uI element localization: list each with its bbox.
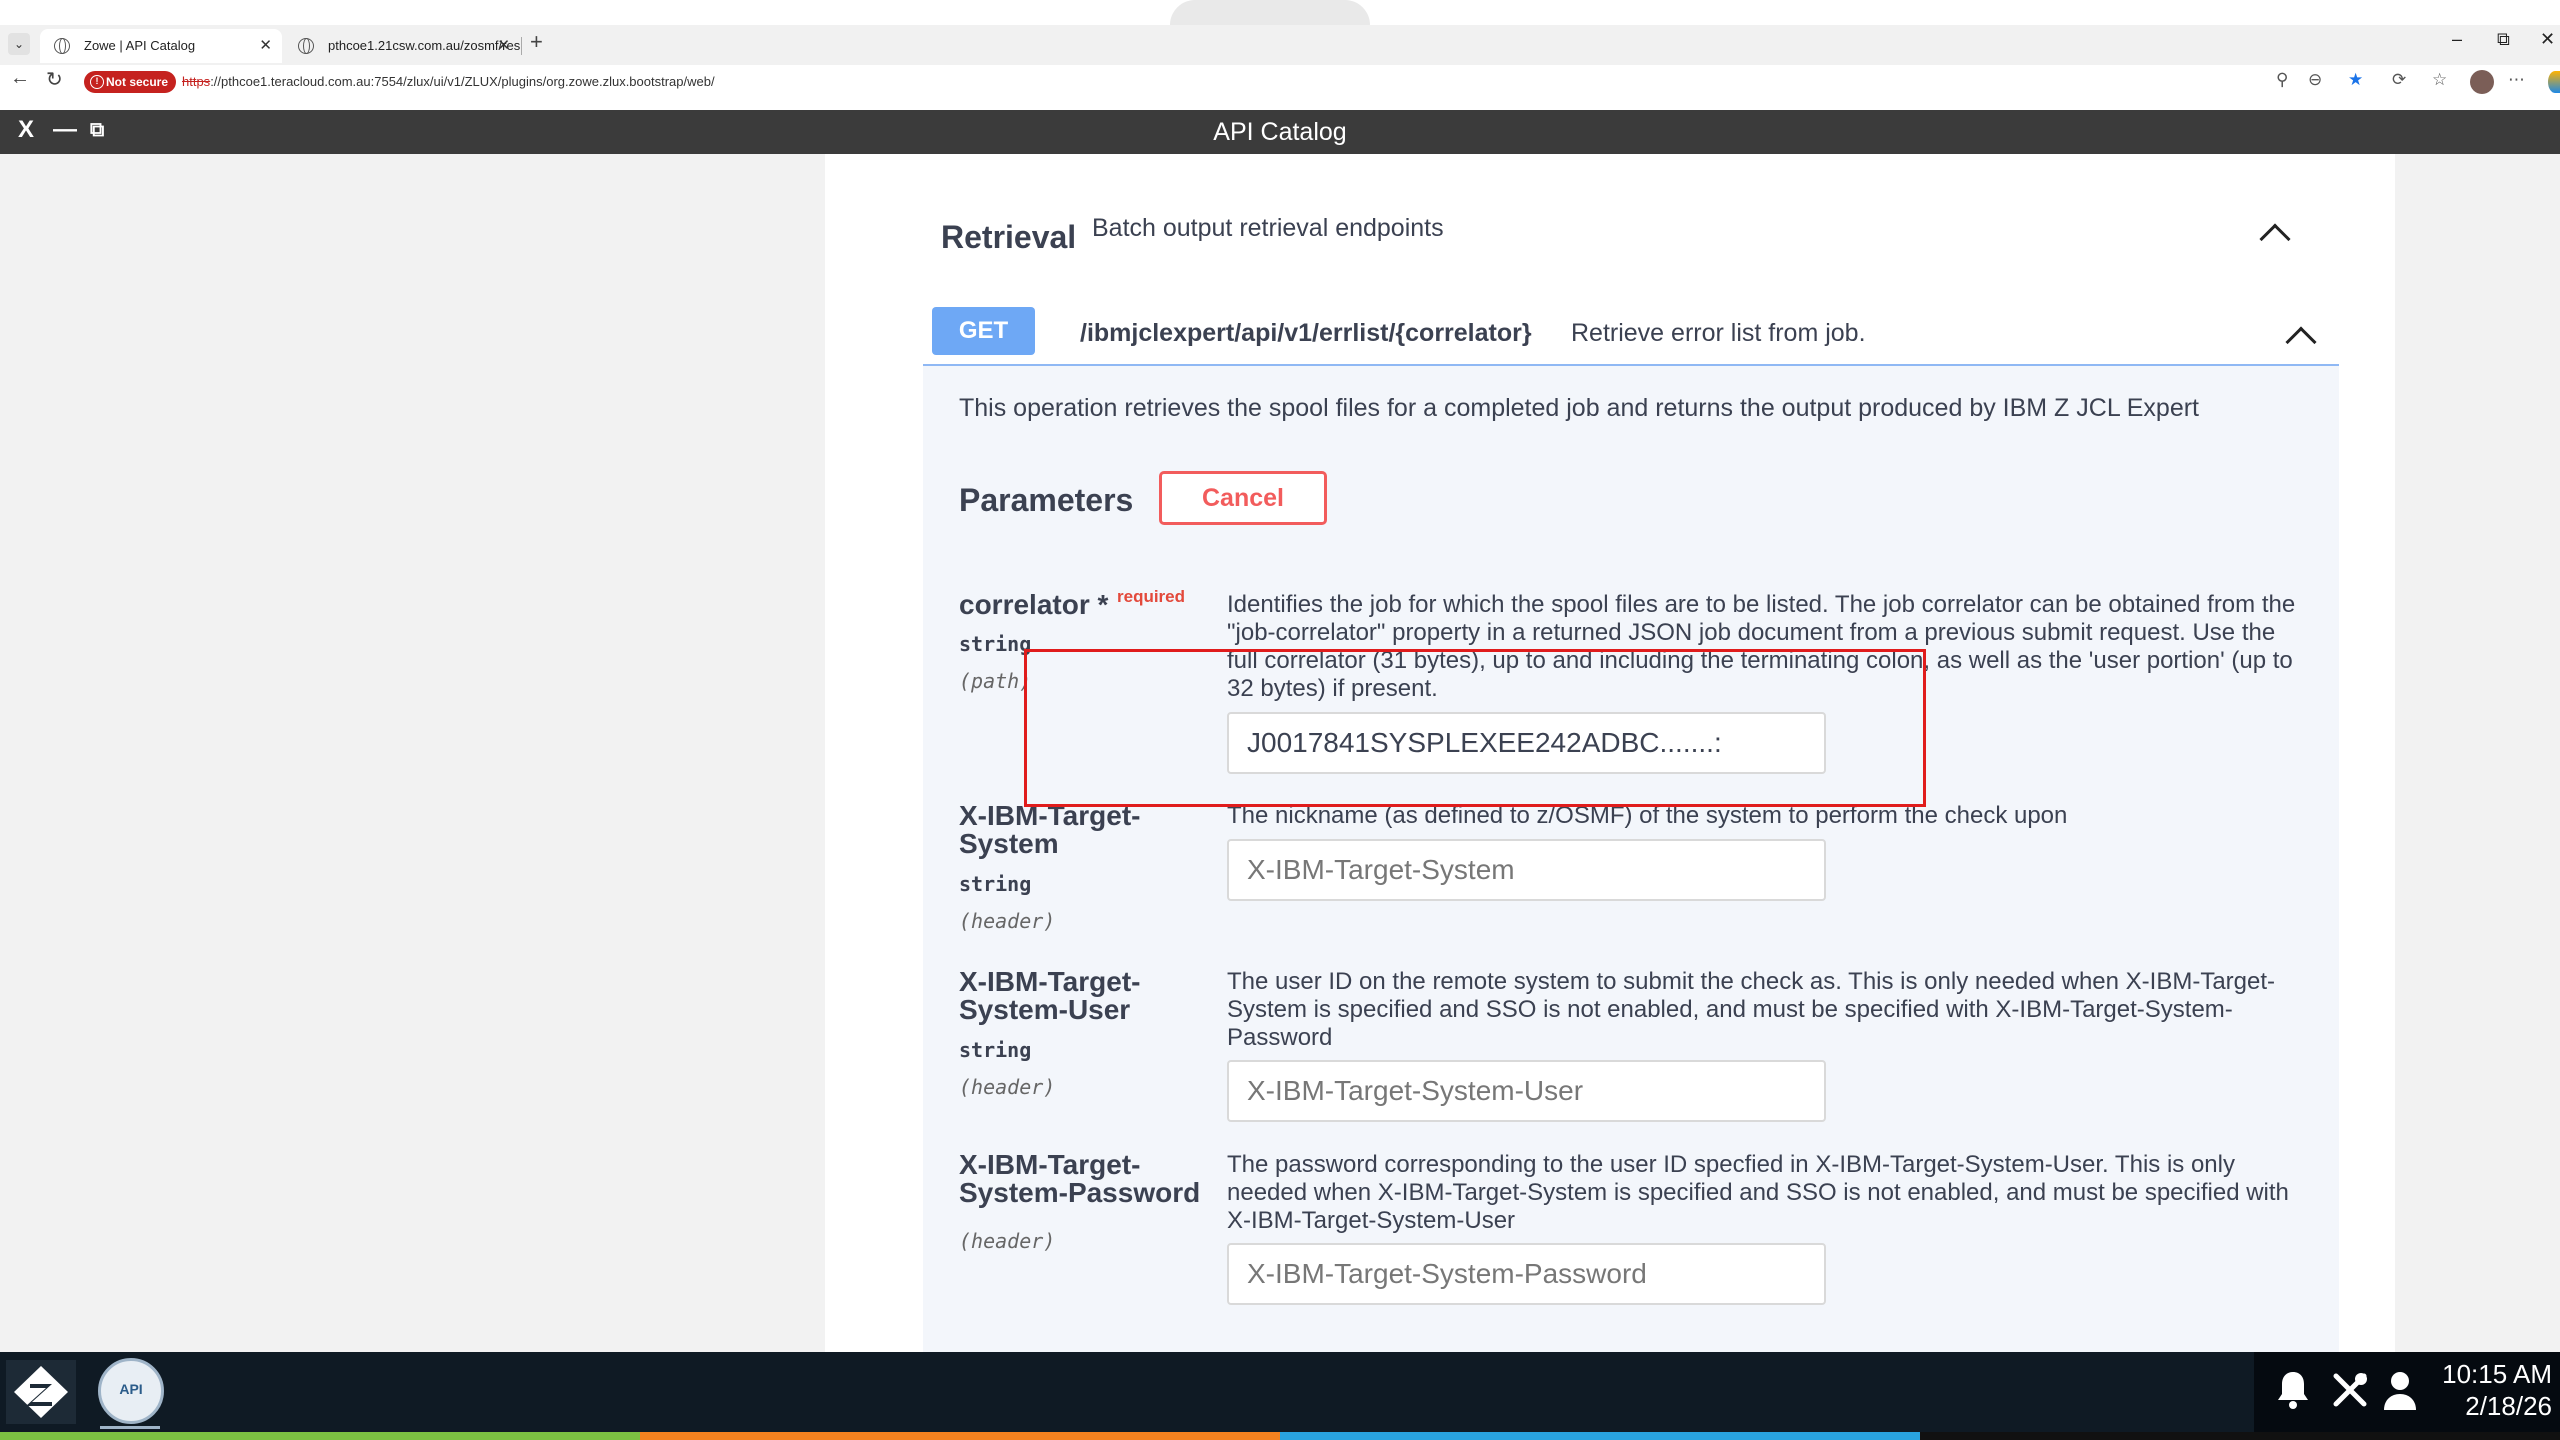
globe-icon: [54, 38, 70, 54]
param-description: The user ID on the remote system to subm…: [1227, 968, 2276, 1051]
back-arrow-icon[interactable]: ←: [10, 67, 30, 90]
url-field[interactable]: https://pthcoe1.teracloud.com.au:7554/zl…: [182, 71, 715, 93]
param-type: string: [959, 1038, 1032, 1062]
favorites-icon[interactable]: ☆: [2432, 70, 2447, 90]
param-name-correlator: correlator *: [959, 589, 1109, 620]
left-panel: [0, 154, 825, 1352]
color-strip-green: [0, 1432, 640, 1440]
close-window-icon[interactable]: ✕: [2540, 29, 2555, 50]
url-text: ://pthcoe1.teracloud.com.au:7554/zlux/ui…: [210, 74, 715, 89]
bell-icon[interactable]: [2276, 1370, 2310, 1420]
user-icon[interactable]: [2382, 1370, 2418, 1420]
target-system-password-input[interactable]: [1227, 1243, 1826, 1305]
zowe-logo-icon: [14, 1366, 68, 1418]
address-bar: ← ↻ Not secure https://pthcoe1.teracloud…: [0, 65, 2560, 99]
app-window-header: X — ⧉ API Catalog: [0, 110, 2560, 154]
restore-window-icon[interactable]: ⧉: [2497, 29, 2510, 50]
tools-icon[interactable]: [2330, 1370, 2370, 1420]
api-catalog-content: Retrieval Batch output retrieval endpoin…: [0, 154, 2560, 1354]
param-name-target-system-password: X-IBM-Target-System-Password: [959, 1149, 1201, 1208]
zowe-launcher-button[interactable]: [6, 1360, 76, 1424]
param-description: The password corresponding to the user I…: [1227, 1151, 2289, 1234]
section-title[interactable]: Retrieval: [941, 219, 1076, 256]
star-icon[interactable]: ★: [2348, 70, 2363, 90]
color-strip-orange: [640, 1432, 1280, 1440]
clock-date: 2/18/26: [2465, 1391, 2552, 1421]
target-system-input[interactable]: [1227, 839, 1826, 901]
tab-separator: [521, 37, 522, 55]
chevron-up-icon[interactable]: [2285, 326, 2317, 358]
parameters-title: Parameters: [959, 482, 1134, 518]
taskbar: API 10:15 AM 2/18/26: [0, 1352, 2560, 1432]
tab-title: pthcoe1.21csw.com.au/zosmf/res: [328, 38, 520, 53]
system-tray: 10:15 AM 2/18/26: [2254, 1352, 2560, 1432]
target-system-user-input[interactable]: [1227, 1060, 1826, 1122]
tab-close-icon[interactable]: ✕: [497, 29, 510, 63]
right-panel: [2395, 154, 2560, 1352]
refresh-extension-icon[interactable]: ⟳: [2392, 70, 2406, 90]
operation-description: This operation retrieves the spool files…: [959, 394, 2200, 422]
more-options-icon[interactable]: ⋯: [2508, 70, 2525, 90]
param-type: string: [959, 872, 1032, 896]
not-secure-badge[interactable]: Not secure: [84, 71, 177, 93]
annotation-highlight-box: [1024, 649, 1926, 807]
minimize-window-icon[interactable]: –: [2452, 29, 2462, 50]
reader-mode-icon[interactable]: ⊖: [2308, 70, 2322, 90]
param-name-target-system-user: X-IBM-Target-System-User: [959, 966, 1141, 1025]
avatar[interactable]: [2470, 70, 2494, 94]
tab-close-icon[interactable]: ✕: [259, 29, 272, 63]
color-strip-dark: [1920, 1432, 2560, 1440]
browser-tab-bar: ⌄ Zowe | API Catalog ✕ pthcoe1.21csw.com…: [0, 25, 2560, 65]
section-description: Batch output retrieval endpoints: [1092, 214, 1444, 242]
http-method-badge[interactable]: GET: [932, 307, 1035, 355]
cancel-button[interactable]: Cancel: [1159, 471, 1327, 525]
zoom-icon[interactable]: ⚲: [2276, 70, 2288, 90]
tab-title: Zowe | API Catalog: [84, 38, 196, 53]
param-location: (path): [959, 669, 1032, 693]
copilot-icon[interactable]: [2548, 71, 2560, 93]
active-app-indicator: [100, 1426, 160, 1429]
param-location: (header): [959, 1075, 1056, 1099]
api-catalog-app-icon[interactable]: API: [98, 1358, 164, 1424]
param-location: (header): [959, 1229, 1056, 1253]
required-label: required: [1117, 587, 1186, 606]
reload-icon[interactable]: ↻: [46, 67, 63, 92]
endpoint-path[interactable]: /ibmjclexpert/api/v1/errlist/{correlator…: [1080, 319, 1532, 348]
endpoint-summary[interactable]: Retrieve error list from job.: [1571, 319, 1866, 348]
new-tab-button[interactable]: +: [530, 29, 543, 55]
url-scheme: https: [182, 74, 211, 89]
tab-list-button[interactable]: ⌄: [8, 33, 30, 55]
tab-zosmf[interactable]: pthcoe1.21csw.com.au/zosmf/res ✕: [284, 29, 520, 63]
chevron-up-icon[interactable]: [2259, 223, 2291, 255]
color-strip-blue: [1280, 1432, 1920, 1440]
param-location: (header): [959, 909, 1056, 933]
globe-icon: [298, 38, 314, 54]
clock[interactable]: 10:15 AM 2/18/26: [2442, 1358, 2552, 1422]
clock-time: 10:15 AM: [2442, 1359, 2552, 1389]
param-name-target-system: X-IBM-Target-System: [959, 800, 1141, 859]
window-title: API Catalog: [1213, 118, 1347, 146]
browser-top-edge: [0, 0, 2560, 25]
param-type: string: [959, 632, 1032, 656]
tab-zowe-api-catalog[interactable]: Zowe | API Catalog ✕: [40, 29, 282, 63]
